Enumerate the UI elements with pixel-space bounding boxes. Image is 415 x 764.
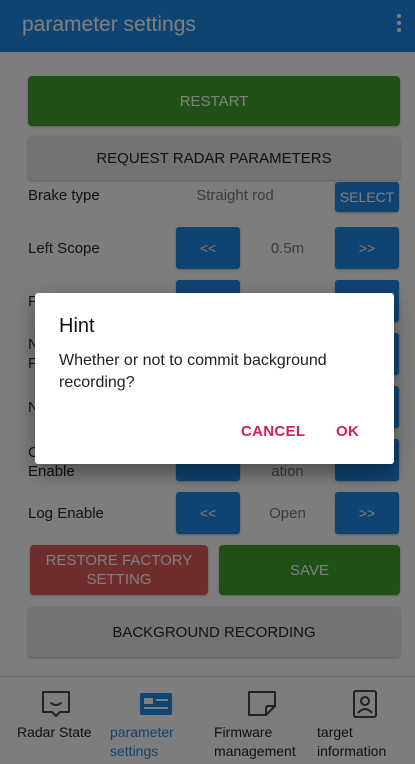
hint-dialog: Hint Whether or not to commit background… (35, 293, 394, 464)
dialog-title: Hint (59, 315, 95, 337)
dialog-message: Whether or not to commit background reco… (59, 352, 327, 391)
dialog-ok-button[interactable]: OK (336, 423, 359, 440)
dialog-cancel-button[interactable]: CANCEL (241, 423, 305, 440)
